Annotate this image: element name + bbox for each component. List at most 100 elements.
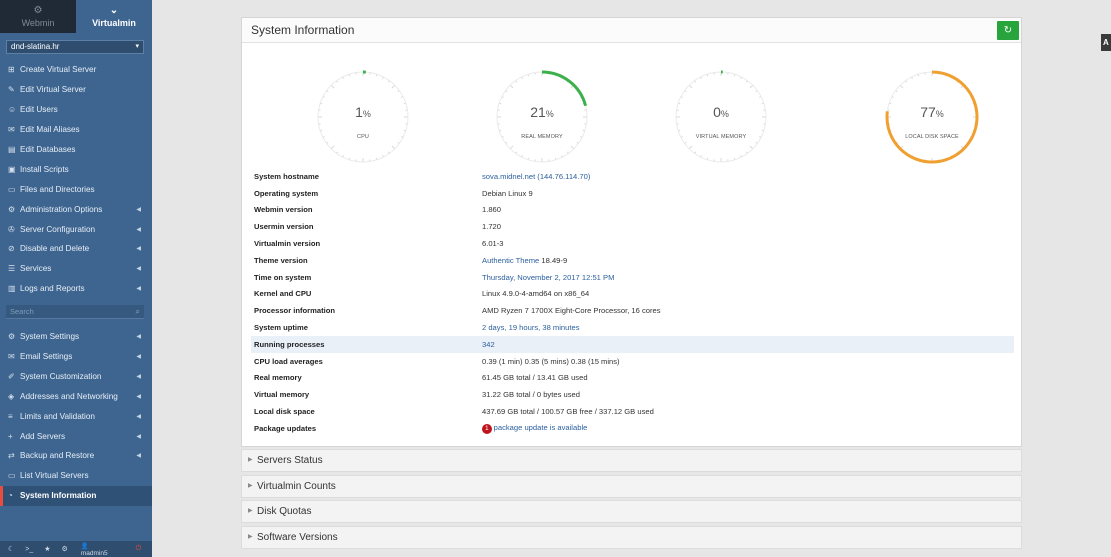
gauge-number: 21 — [530, 104, 546, 120]
search-placeholder: Search — [10, 306, 34, 316]
tab-virtualmin[interactable]: ⌄ Virtualmin — [76, 0, 152, 33]
sidebar-item-server-configuration[interactable]: ✇ Server Configuration ◀ — [0, 219, 152, 239]
dashboard-icon: ◔ — [8, 491, 13, 501]
sidebar-item-disable-and-delete[interactable]: ⊘ Disable and Delete ◀ — [0, 239, 152, 259]
sidebar-item-system-information[interactable]: ◔ System Information — [0, 485, 152, 506]
cog-icon: ⚙ — [8, 332, 16, 342]
sidebar-item-services[interactable]: ☰ Services ◀ — [0, 259, 152, 279]
sidebar-item-label: Server Configuration — [20, 224, 96, 234]
cogs-icon[interactable]: ⚙ — [62, 545, 68, 553]
caret-left-icon: ◀ — [136, 266, 141, 273]
row-key: Local disk space — [254, 407, 315, 417]
gauge-virtual-memory: 0% VIRTUAL MEMORY — [666, 62, 776, 172]
sidebar-item-limits-and-validation[interactable]: ≡ Limits and Validation ◀ — [0, 406, 152, 426]
row-value: Linux 4.9.0-4-amd64 on x86_64 — [482, 289, 590, 299]
caret-right-icon: ▶ — [248, 508, 253, 514]
table-row: System uptime 2 days, 19 hours, 38 minute… — [251, 319, 1014, 336]
sidebar-item-label: System Settings — [20, 332, 80, 342]
sidebar-item-label: Files and Directories — [20, 184, 95, 194]
caret-left-icon: ◀ — [136, 334, 141, 341]
tab-webmin[interactable]: ⚙ Webmin — [0, 0, 76, 33]
row-key: Real memory — [254, 373, 302, 383]
star-icon[interactable]: ★ — [44, 545, 50, 553]
user-icon[interactable]: 👤 madmin5 — [81, 542, 119, 557]
sidebar-item-edit-users[interactable]: ☺ Edit Users — [0, 100, 152, 120]
sidebar-item-email-settings[interactable]: ✉ Email Settings ◀ — [0, 347, 152, 367]
section-virtualmin-counts[interactable]: ▶ Virtualmin Counts — [241, 475, 1022, 498]
refresh-button[interactable]: ↻ — [997, 21, 1019, 40]
caret-right-icon: ▶ — [248, 483, 253, 489]
gauge-real-memory: 21% REAL MEMORY — [487, 62, 597, 172]
sidebar-item-label: Edit Databases — [20, 145, 76, 154]
gauge-label: LOCAL DISK SPACE — [905, 134, 959, 140]
sidebar-item-label: Limits and Validation — [20, 411, 95, 421]
running-processes-link[interactable]: 342 — [482, 340, 495, 349]
row-key: Operating system — [254, 188, 319, 198]
row-value: 437.69 GB total / 100.57 GB free / 337.1… — [482, 407, 654, 417]
gauge-label: VIRTUAL MEMORY — [695, 134, 747, 140]
sidebar-item-edit-mail-aliases[interactable]: ✉ Edit Mail Aliases — [0, 120, 152, 140]
search-icon: ⌕ — [135, 306, 140, 316]
caret-left-icon: ◀ — [136, 413, 141, 420]
theme-link[interactable]: Authentic Theme — [482, 256, 539, 265]
sidebar-menu-bottom: ⚙ System Settings ◀ ✉ Email Settings ◀ ✐ System… — [0, 327, 152, 506]
caret-left-icon: ◀ — [136, 354, 141, 361]
sidebar-item-create-virtual-server[interactable]: ⊞ Create Virtual Server — [0, 60, 152, 80]
sidebar-item-install-scripts[interactable]: ▣ Install Scripts — [0, 159, 152, 179]
gauge-number: 0 — [713, 104, 721, 120]
webmin-icon: ⚙ — [33, 4, 43, 16]
sidebar-item-add-servers[interactable]: + Add Servers ◀ — [0, 426, 152, 446]
sidebar-item-label: System Information — [20, 491, 97, 501]
gauge-label: CPU — [357, 134, 369, 140]
sidebar-item-system-customization[interactable]: ✐ System Customization ◀ — [0, 366, 152, 386]
domain-select[interactable]: dnd-slatina.hr ▾ — [6, 40, 144, 54]
tab-webmin-label: Webmin — [21, 17, 55, 28]
sliders-icon: ≡ — [8, 411, 13, 421]
sidebar-menu-top: ⊞ Create Virtual Server ✎ Edit Virtual Serv… — [0, 60, 152, 299]
sidebar-item-label: Backup and Restore — [20, 451, 95, 461]
refresh-icon: ↻ — [1003, 25, 1013, 36]
sidebar-item-edit-databases[interactable]: ▤ Edit Databases — [0, 140, 152, 160]
system-hostname-link[interactable]: sova.midnel.net (144.76.114.70) — [482, 172, 590, 181]
system-information-panel: System Information ↻ 1% CPU 21% REAL MEMORY… — [241, 17, 1022, 447]
table-row: Processor information AMD Ryzen 7 1700X E… — [251, 302, 1014, 319]
time-on-system-link[interactable]: Thursday, November 2, 2017 12:51 PM — [482, 273, 614, 282]
caret-right-icon: ▶ — [248, 534, 253, 540]
row-key: Theme version — [254, 255, 308, 265]
sidebar-search-input[interactable]: Search ⌕ — [6, 304, 144, 319]
gauge-unit: % — [545, 109, 554, 119]
section-title: Software Versions — [257, 532, 338, 543]
sidebar-tabs: ⚙ Webmin ⌄ Virtualmin — [0, 0, 152, 33]
section-disk-quotas[interactable]: ▶ Disk Quotas — [241, 500, 1022, 523]
section-title: Virtualmin Counts — [257, 481, 336, 492]
row-key: Virtualmin version — [254, 239, 321, 249]
gauge-tick — [391, 84, 396, 89]
sidebar-item-logs-and-reports[interactable]: ▥ Logs and Reports ◀ — [0, 279, 152, 299]
row-value: 6.01-3 — [482, 239, 504, 249]
sidebar-item-administration-options[interactable]: ⚙ Administration Options ◀ — [0, 199, 152, 219]
sidebar-item-list-virtual-servers[interactable]: ▭ List Virtual Servers — [0, 466, 152, 486]
caret-left-icon: ◀ — [136, 433, 141, 440]
terminal-icon[interactable]: >_ — [25, 546, 33, 553]
night-mode-icon[interactable]: ☾ — [8, 545, 14, 553]
right-slider-tab[interactable]: A — [1101, 34, 1111, 51]
logout-icon[interactable]: ⏻ — [136, 545, 142, 553]
gauge-tick — [509, 145, 514, 150]
package-updates-link[interactable]: package update is available — [494, 423, 588, 432]
section-servers-status[interactable]: ▶ Servers Status — [241, 449, 1022, 472]
gauge-label: REAL MEMORY — [521, 134, 563, 140]
row-key: System hostname — [254, 171, 319, 181]
gauge-tick — [570, 145, 575, 150]
sidebar-item-addresses-and-networking[interactable]: ◈ Addresses and Networking ◀ — [0, 386, 152, 406]
system-uptime-link[interactable]: 2 days, 19 hours, 38 minutes — [482, 323, 580, 332]
gauge-tick — [688, 84, 693, 89]
sidebar-item-label: Edit Users — [20, 105, 58, 115]
sidebar-item-edit-virtual-server[interactable]: ✎ Edit Virtual Server — [0, 80, 152, 100]
sidebar-item-backup-and-restore[interactable]: ⇄ Backup and Restore ◀ — [0, 446, 152, 466]
table-row: Time on system Thursday, November 2, 2017… — [251, 269, 1014, 286]
sidebar-item-label: Services — [20, 264, 52, 274]
section-software-versions[interactable]: ▶ Software Versions — [241, 526, 1022, 549]
sidebar-item-system-settings[interactable]: ⚙ System Settings ◀ — [0, 327, 152, 347]
row-value: 61.45 GB total / 13.41 GB used — [482, 373, 588, 383]
sidebar-item-files-and-directories[interactable]: ▭ Files and Directories — [0, 179, 152, 199]
